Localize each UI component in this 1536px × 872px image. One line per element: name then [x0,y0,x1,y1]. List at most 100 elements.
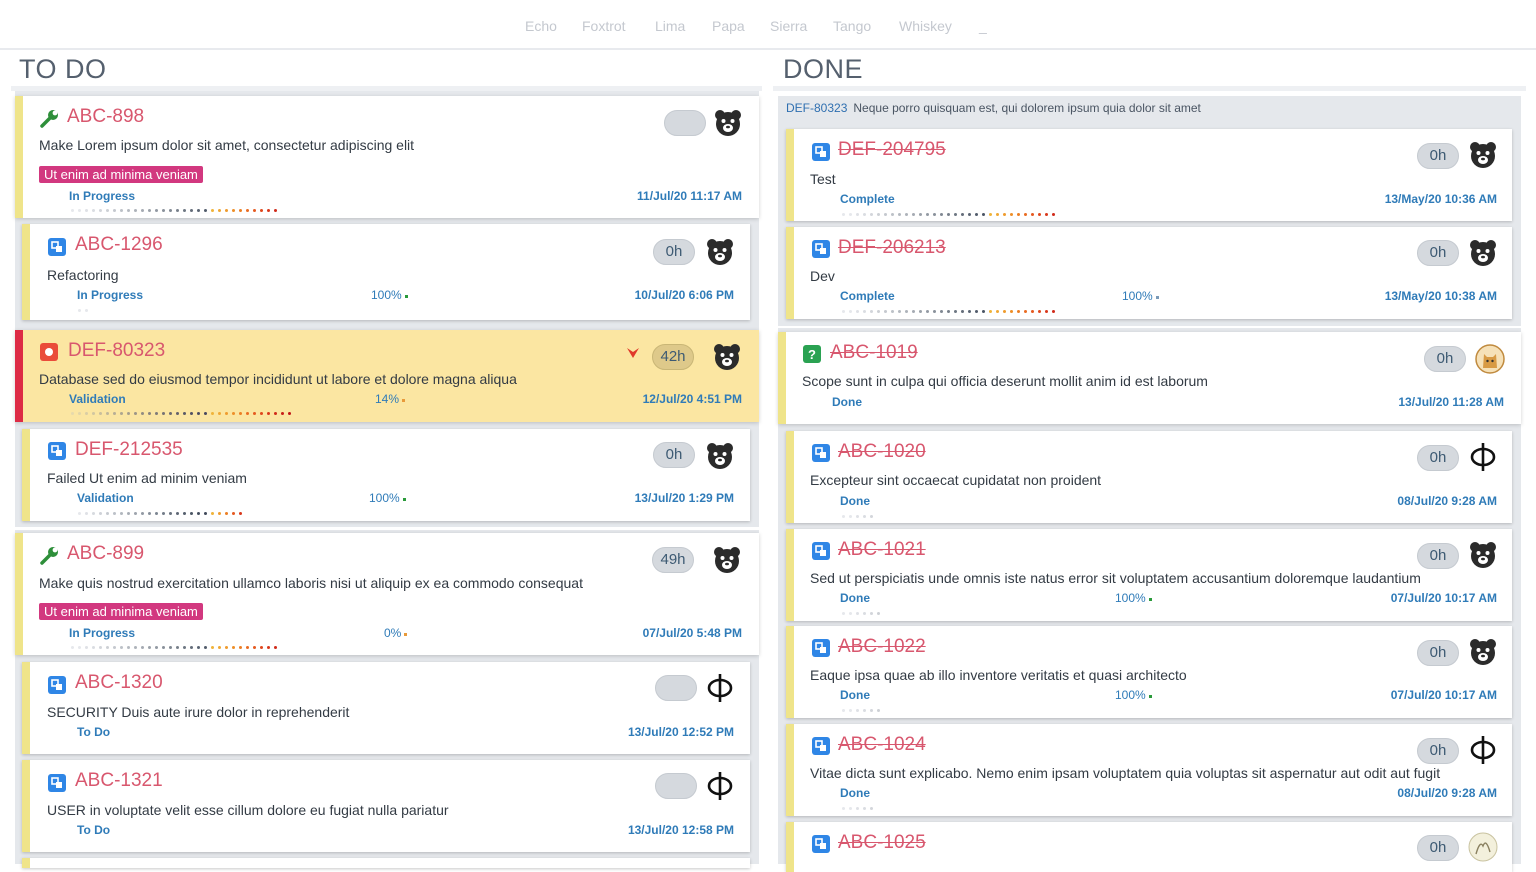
issue-card-highlighted[interactable]: DEF-80323 Database sed do eiusmod tempor… [15,330,759,422]
estimate-pill[interactable]: 0h [1424,346,1466,372]
progress-value: 100% [369,491,400,505]
issue-key[interactable]: DEF-80323 [68,340,165,362]
issue-summary: Failed Ut enim ad minim veniam [47,470,247,486]
progress-value: 100% [1122,289,1153,303]
subtask-card[interactable]: ABC-1021 Sed ut perspiciatis unde omnis … [786,529,1512,621]
nav-tab-lima[interactable]: Lima [655,18,685,34]
nav-tab-whiskey[interactable]: Whiskey [899,18,952,34]
issue-date: 08/Jul/20 9:28 AM [1397,786,1497,800]
subtask-card[interactable]: ABC-1321 USER in voluptate velit esse ci… [22,760,750,852]
card-status-bar [786,822,794,872]
subtask-icon [812,240,830,258]
subtask-card[interactable]: ABC-1024 Vitae dicta sunt explicabo. Nem… [786,724,1512,816]
issue-date: 11/Jul/20 11:17 AM [637,189,742,203]
issue-key[interactable]: ABC-1020 [838,441,926,463]
progress-dots [71,646,277,649]
issue-date: 13/Jul/20 12:52 PM [627,725,734,739]
bear-avatar [712,545,742,575]
issue-date: 13/May/20 10:36 AM [1384,192,1497,206]
estimate-pill[interactable]: 49h [652,547,694,573]
estimate-pill[interactable]: 0h [1417,835,1459,861]
bear-avatar [1468,637,1498,667]
estimate-pill[interactable]: 0h [1417,240,1459,266]
group-summary: Neque porro quisquam est, qui dolorem ip… [853,101,1201,115]
subtask-icon [812,542,830,560]
issue-card[interactable]: ABC-1019 Scope sunt in culpa qui officia… [778,332,1521,424]
card-status-bar [778,332,786,424]
estimate-toggle[interactable] [655,773,697,799]
subtask-card[interactable]: ABC-1320 SECURITY Duis aute irure dolor … [22,662,750,754]
bear-avatar [1468,540,1498,570]
issue-key[interactable]: ABC-1025 [838,832,926,854]
subtask-card[interactable]: DEF-204795 Test Complete 13/May/20 10:36… [786,129,1512,221]
card-status-bar [786,529,794,621]
issue-key[interactable]: DEF-206213 [838,237,946,259]
issue-status: In Progress [69,189,136,203]
bug-icon [40,343,58,361]
subtask-card[interactable]: ABC-1025 0h [786,822,1512,872]
issue-key[interactable]: ABC-1022 [838,636,926,658]
issue-key[interactable]: ABC-899 [67,543,144,565]
issue-key[interactable]: ABC-1320 [75,672,163,694]
issue-summary: Excepteur sint occaecat cupidatat non pr… [810,472,1102,488]
estimate-pill[interactable]: 0h [653,239,695,265]
issue-date: 07/Jul/20 5:48 PM [642,626,742,640]
issue-key[interactable]: ABC-1019 [830,342,918,364]
subtask-icon [812,143,830,161]
estimate-pill[interactable]: 0h [653,442,695,468]
subtask-card[interactable]: DEF-212535 Failed Ut enim ad minim venia… [22,429,750,521]
issue-key[interactable]: ABC-898 [67,106,144,128]
nav-tab-sierra[interactable]: Sierra [770,18,807,34]
phi-avatar [1468,735,1498,765]
issue-date: 07/Jul/20 10:17 AM [1390,591,1497,605]
estimate-toggle[interactable] [664,110,706,136]
subtask-card[interactable]: ABC-1022 Eaque ipsa quae ab illo invento… [786,626,1512,718]
estimate-pill[interactable]: 42h [652,344,694,370]
nav-tab-foxtrot[interactable]: Foxtrot [582,18,626,34]
phi-avatar [705,673,735,703]
todo-column-title: TO DO [19,54,107,84]
estimate-pill[interactable]: 0h [1417,640,1459,666]
cat-avatar [1475,344,1505,374]
estimate-pill[interactable]: 0h [1417,445,1459,471]
issue-card[interactable]: ABC-899 Make quis nostrud exercitation u… [15,533,759,655]
wrench-icon [39,109,59,129]
nav-tab-tango[interactable]: Tango [833,18,871,34]
subtask-card[interactable]: ABC-1020 Excepteur sint occaecat cupidat… [786,431,1512,523]
progress-value: 14% [375,392,400,406]
issue-key[interactable]: DEF-204795 [838,139,946,161]
issue-summary: Test [810,171,836,187]
progress-percent: 100% [1115,591,1152,605]
nav-tab-papa[interactable]: Papa [712,18,745,34]
bear-avatar [1468,238,1498,268]
subtask-card[interactable]: DEF-206213 Dev Complete 100% 13/May/20 1… [786,227,1512,319]
subtask-card[interactable]: ABC-1296 Refactoring In Progress 100% 10… [22,224,750,320]
issue-status: Validation [77,491,134,505]
issue-key[interactable]: ABC-1024 [838,734,926,756]
subtask-icon [812,444,830,462]
estimate-pill[interactable]: 0h [1417,738,1459,764]
issue-key[interactable]: DEF-212535 [75,439,183,461]
issue-status: To Do [77,823,111,837]
nav-tab-echo[interactable]: Echo [525,18,557,34]
subtask-card[interactable] [22,858,750,868]
wrench-icon [39,546,59,566]
estimate-pill[interactable]: 0h [1417,543,1459,569]
group-key[interactable]: DEF-80323 [786,101,847,115]
phi-avatar [1468,442,1498,472]
estimate-pill[interactable]: 0h [1417,143,1459,169]
issue-status: In Progress [77,288,144,302]
issue-key[interactable]: ABC-1321 [75,770,163,792]
progress-value: 0% [384,626,402,640]
issue-card[interactable]: ABC-898 Make Lorem ipsum dolor sit amet,… [15,96,759,218]
card-status-bar [786,626,794,718]
issue-key[interactable]: ABC-1021 [838,539,926,561]
issue-key[interactable]: ABC-1296 [75,234,163,256]
issue-label: Ut enim ad minima veniam [39,166,203,183]
card-status-bar [22,224,30,320]
card-status-bar [15,533,23,655]
nav-tab-more[interactable]: _ [979,18,987,34]
estimate-toggle[interactable] [655,675,697,701]
issue-label: Ut enim ad minima veniam [39,603,203,620]
group-header: DEF-80323 Neque porro quisquam est, qui d… [786,101,1201,115]
